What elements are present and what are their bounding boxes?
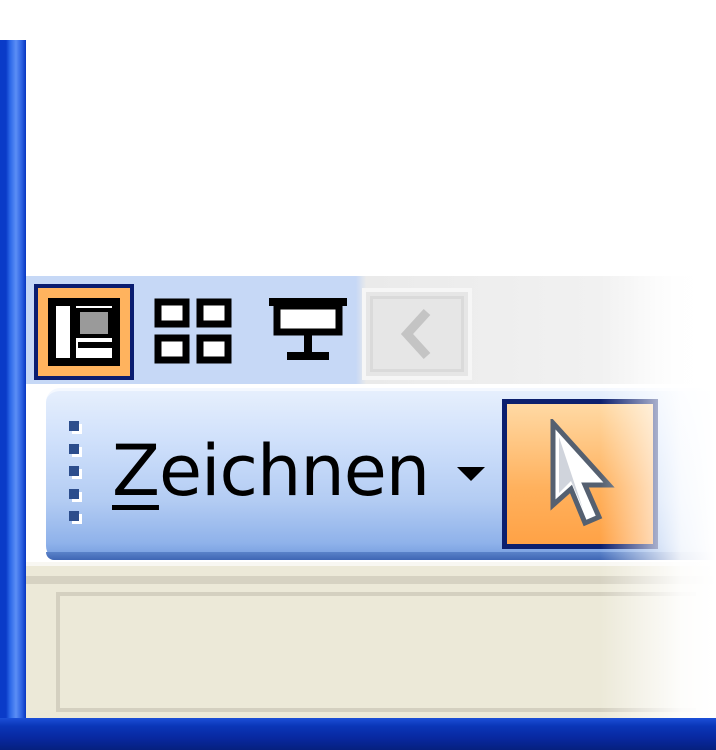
grip-dot — [69, 511, 79, 521]
status-bar-divider — [26, 576, 716, 584]
slide-sorter-view-button[interactable] — [144, 284, 244, 380]
dropdown-arrow-icon — [457, 467, 486, 481]
normal-view-button[interactable] — [34, 284, 134, 380]
chevron-left-icon — [400, 308, 431, 360]
toolbar-grip-handle[interactable] — [68, 421, 80, 521]
slide-sorter-icon — [154, 298, 232, 364]
grip-dot — [69, 466, 79, 476]
normal-view-icon — [48, 298, 120, 366]
view-buttons-bar — [26, 276, 716, 384]
grip-dot — [69, 421, 79, 431]
grip-dot — [69, 443, 79, 454]
slide-show-icon — [269, 298, 347, 360]
pointer-arrow-icon — [550, 419, 615, 527]
draw-menu-label: eichnen — [158, 430, 430, 512]
status-bar — [26, 562, 716, 722]
window-bottom-border — [0, 718, 716, 750]
grip-dot — [69, 488, 79, 499]
previous-button[interactable] — [362, 288, 472, 380]
window-left-border — [0, 40, 26, 750]
select-objects-button[interactable] — [502, 399, 658, 549]
draw-menu-button[interactable]: Zeichnen — [112, 430, 486, 512]
draw-menu-accelerator: Z — [112, 430, 160, 512]
drawing-toolbar: Zeichnen — [46, 388, 716, 560]
slide-show-view-button[interactable] — [258, 284, 358, 380]
status-bar-panel — [56, 592, 696, 712]
previous-button-face — [370, 296, 464, 372]
